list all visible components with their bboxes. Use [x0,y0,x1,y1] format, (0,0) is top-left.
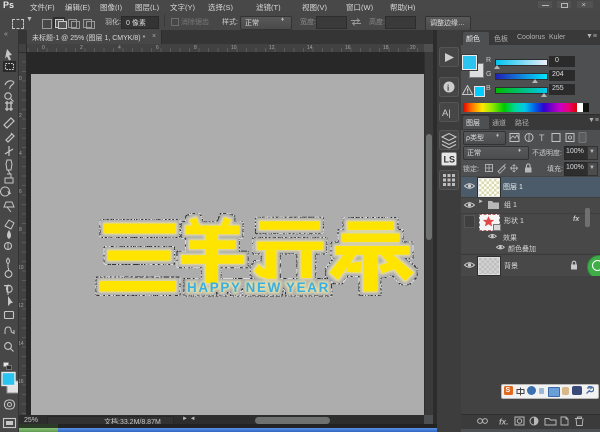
svg-text:T: T [4,284,11,296]
svg-text:T: T [539,133,545,143]
svg-text:fx.: fx. [499,418,508,427]
svg-text:A|: A| [442,108,451,119]
svg-text:LS: LS [444,155,456,165]
